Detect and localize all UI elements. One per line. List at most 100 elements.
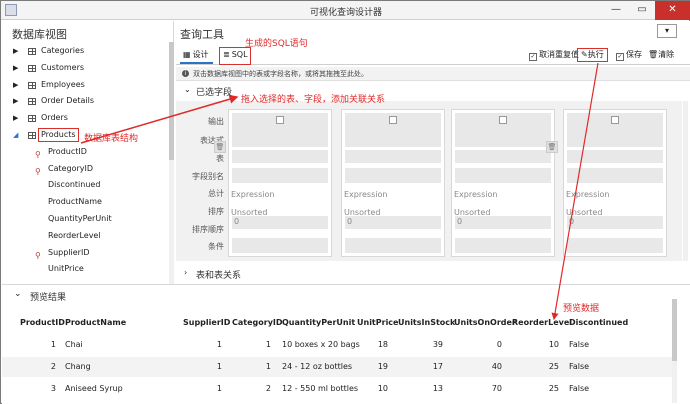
table-cell[interactable] bbox=[345, 168, 441, 183]
table-cell[interactable] bbox=[567, 168, 663, 183]
selected-fields-grid[interactable]: 输出 表达式 表 字段别名 总计 排序 排序顺序 条件 🗑 Expression… bbox=[176, 101, 682, 261]
sort-order-cell[interactable]: 0 bbox=[232, 216, 328, 229]
fields-scrollbar[interactable] bbox=[683, 101, 688, 261]
expression-cell[interactable] bbox=[567, 150, 663, 163]
col-header[interactable]: CategoryID bbox=[232, 313, 283, 333]
cell: 1 bbox=[216, 384, 222, 393]
tree-table-orders[interactable]: ▶ Orders bbox=[2, 110, 170, 127]
tree-table-customers[interactable]: ▶ Customers bbox=[2, 60, 170, 77]
criteria-cell[interactable] bbox=[232, 238, 328, 253]
tree-table-employees[interactable]: ▶ Employees bbox=[2, 77, 170, 94]
table-cell[interactable] bbox=[232, 168, 328, 183]
table-row[interactable]: 2 Chang 1 1 24 - 12 oz bottles 19 17 40 … bbox=[2, 357, 674, 377]
field-header-box[interactable] bbox=[345, 113, 441, 147]
col-header[interactable]: ProductName bbox=[65, 313, 126, 333]
tree-field-supplierid[interactable]: ⚲ SupplierID bbox=[2, 245, 170, 262]
tree-field-categoryid[interactable]: ⚲ CategoryID bbox=[2, 161, 170, 178]
total-value[interactable]: Expression bbox=[566, 190, 609, 199]
results-scrollbar[interactable] bbox=[672, 299, 677, 403]
relations-header[interactable]: › 表和表关系 bbox=[176, 266, 690, 282]
minimize-button[interactable]: — bbox=[603, 1, 629, 20]
tree-field-label: ProductID bbox=[48, 146, 87, 156]
clear-label: 清除 bbox=[658, 50, 675, 59]
collapse-arrow-icon[interactable]: ◢ bbox=[13, 127, 18, 144]
tree-field-reorderlevel[interactable]: ReorderLevel bbox=[2, 228, 170, 245]
col-header[interactable]: ProductID bbox=[20, 313, 65, 333]
col-header[interactable]: UnitPrice bbox=[357, 313, 398, 333]
tree-scrollbar[interactable] bbox=[169, 42, 174, 284]
cell: 10 bbox=[377, 384, 388, 393]
expression-cell[interactable] bbox=[345, 150, 441, 163]
criteria-cell[interactable] bbox=[567, 238, 663, 253]
save-button[interactable]: ✓ 保存 bbox=[616, 50, 642, 61]
field-column[interactable]: Expression Unsorted 0 bbox=[341, 109, 445, 257]
expression-cell[interactable] bbox=[455, 150, 551, 163]
tree-table-categories[interactable]: ▶ Categories bbox=[2, 43, 170, 60]
tab-sql[interactable]: ≣ SQL bbox=[219, 47, 251, 65]
tree-table-order-details[interactable]: ▶ Order Details bbox=[2, 93, 170, 110]
scroll-thumb[interactable] bbox=[169, 42, 174, 160]
col-header[interactable]: QuantityPerUnit bbox=[282, 313, 355, 333]
expand-arrow-icon[interactable]: ▶ bbox=[13, 43, 18, 60]
tab-design[interactable]: ▦ 设计 bbox=[180, 48, 213, 64]
close-button[interactable]: ✕ bbox=[655, 1, 690, 20]
run-button[interactable]: ✎执行 bbox=[577, 48, 608, 62]
total-value[interactable]: Expression bbox=[454, 190, 497, 199]
field-header-box[interactable] bbox=[455, 113, 551, 147]
col-header[interactable]: UnitsInStock bbox=[398, 313, 455, 333]
tree-field-unitprice[interactable]: UnitPrice bbox=[2, 261, 170, 278]
expand-arrow-icon[interactable]: ▶ bbox=[13, 77, 18, 94]
col-header[interactable]: Discontinued bbox=[569, 313, 628, 333]
table-cell[interactable] bbox=[455, 168, 551, 183]
total-value[interactable]: Expression bbox=[231, 190, 274, 199]
output-checkbox[interactable] bbox=[499, 116, 507, 124]
tree-field-quantityperunit[interactable]: QuantityPerUnit bbox=[2, 211, 170, 228]
tree-field-productid[interactable]: ⚲ ProductID bbox=[2, 144, 170, 161]
table-row[interactable]: 1 Chai 1 1 10 boxes x 20 bags 18 39 0 10… bbox=[2, 335, 674, 355]
clear-button[interactable]: 🗑清除 bbox=[648, 50, 674, 60]
checkbox-checked-icon: ✓ bbox=[529, 53, 537, 61]
field-header-box[interactable] bbox=[567, 113, 663, 147]
grid-icon: ▦ bbox=[183, 50, 191, 59]
results-header-row: ProductID ProductName SupplierID Categor… bbox=[2, 313, 674, 333]
output-checkbox[interactable] bbox=[611, 116, 619, 124]
cell: 2 bbox=[265, 384, 271, 393]
criteria-cell[interactable] bbox=[345, 238, 441, 253]
expand-arrow-icon[interactable]: ▶ bbox=[13, 60, 18, 77]
sort-order-cell[interactable]: 0 bbox=[455, 216, 551, 229]
field-column[interactable]: Expression Unsorted 0 bbox=[228, 109, 332, 257]
sort-order-cell[interactable]: 0 bbox=[567, 216, 663, 229]
tree-field-label: ReorderLevel bbox=[48, 230, 101, 240]
cell: Chang bbox=[65, 362, 91, 371]
col-header[interactable]: ReorderLevel bbox=[512, 313, 572, 333]
expand-arrow-icon[interactable]: ▶ bbox=[13, 110, 18, 127]
total-value[interactable]: Expression bbox=[344, 190, 387, 199]
panel-menu-dropdown[interactable]: ▾ bbox=[657, 24, 677, 38]
tree-field-productname[interactable]: ProductName bbox=[2, 194, 170, 211]
maximize-button[interactable]: ▭ bbox=[629, 1, 655, 20]
remove-column-icon[interactable]: 🗑 bbox=[214, 141, 226, 153]
sort-order-value: 0 bbox=[569, 217, 575, 226]
remove-column-icon[interactable]: 🗑 bbox=[546, 141, 558, 153]
sort-order-value: 0 bbox=[457, 217, 463, 226]
output-checkbox[interactable] bbox=[276, 116, 284, 124]
col-header[interactable]: SupplierID bbox=[183, 313, 230, 333]
expand-arrow-icon[interactable]: ▶ bbox=[13, 93, 18, 110]
dedupe-checkbox[interactable]: ✓ 取消重复值 bbox=[529, 50, 579, 61]
field-header-box[interactable] bbox=[232, 113, 328, 147]
database-view-panel: 数据库视图 ▶ Categories ▶ Customers ▶ Employe… bbox=[2, 21, 174, 284]
expression-cell[interactable] bbox=[232, 150, 328, 163]
check-icon: ✓ bbox=[616, 53, 624, 61]
col-header[interactable]: UnitsOnOrder bbox=[454, 313, 516, 333]
output-checkbox[interactable] bbox=[389, 116, 397, 124]
tree-field-label: CategoryID bbox=[48, 163, 94, 173]
field-column[interactable]: Expression Unsorted 0 bbox=[563, 109, 667, 257]
criteria-cell[interactable] bbox=[455, 238, 551, 253]
tree-field-discontinued[interactable]: Discontinued bbox=[2, 177, 170, 194]
table-row[interactable]: 3 Aniseed Syrup 1 2 12 - 550 ml bottles … bbox=[2, 379, 674, 399]
scroll-thumb[interactable] bbox=[672, 299, 677, 361]
selected-fields-label: 已选字段 bbox=[196, 88, 233, 98]
table-tree: ▶ Categories ▶ Customers ▶ Employees ▶ O… bbox=[2, 43, 170, 278]
field-column[interactable]: Expression Unsorted 0 bbox=[451, 109, 555, 257]
sort-order-cell[interactable]: 0 bbox=[345, 216, 441, 229]
